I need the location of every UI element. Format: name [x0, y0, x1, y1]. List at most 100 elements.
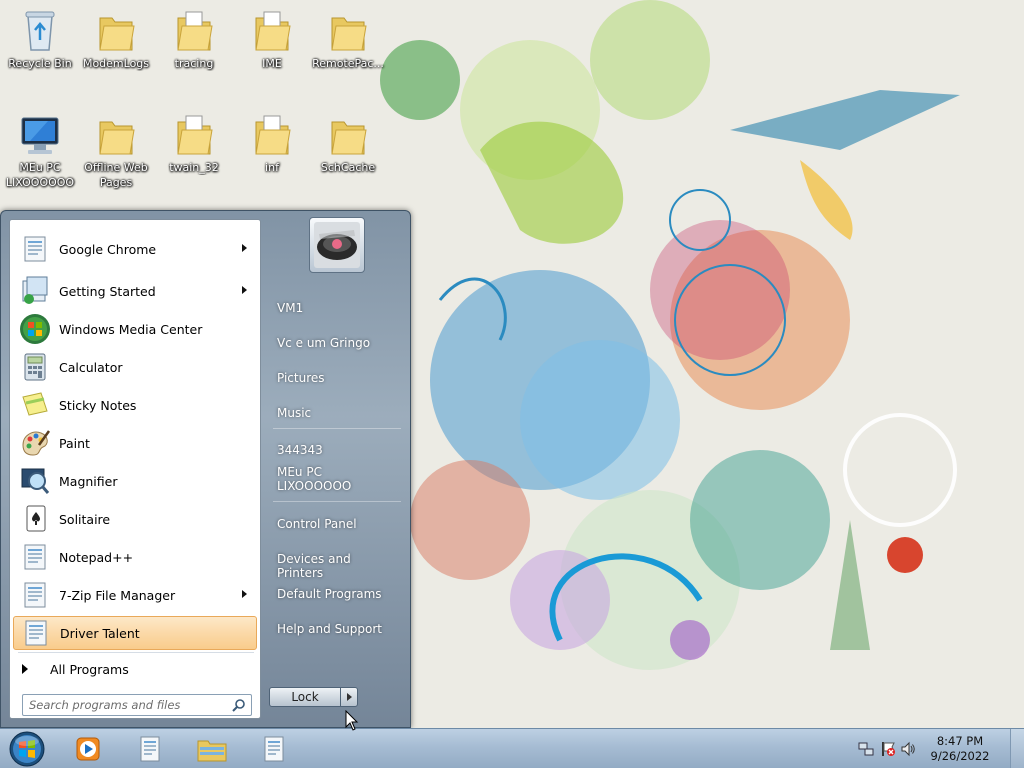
shutdown-options-button[interactable] [340, 687, 358, 707]
folder-icon [177, 115, 213, 155]
folder-icon [255, 11, 291, 51]
recycle-bin-icon [25, 11, 55, 51]
taskbar-document-1[interactable] [122, 731, 178, 767]
search-icon[interactable] [232, 698, 246, 712]
calculator-icon [24, 353, 46, 381]
clock[interactable]: 8:47 PM 9/26/2022 [920, 734, 1000, 764]
submenu-arrow-icon[interactable] [242, 590, 247, 598]
taskbar: 8:47 PM 9/26/2022 [0, 728, 1024, 768]
desktop-icon-schcache[interactable]: SchCache [309, 112, 387, 175]
desktop-icon-recycle-bin[interactable]: Recycle Bin [1, 6, 79, 71]
arrow-right-icon [347, 693, 352, 701]
program-sticky-notes[interactable]: Sticky Notes [13, 388, 257, 422]
program-label: Solitaire [59, 511, 111, 527]
right-item-help-and-support[interactable]: Help and Support [269, 616, 407, 642]
program-google-chrome[interactable]: Google Chrome [13, 232, 257, 266]
desktop-icon-label: inf [265, 161, 279, 174]
desktop-icon-inf[interactable]: inf [233, 112, 311, 175]
right-item-control-panel[interactable]: Control Panel [269, 511, 407, 537]
program-label: Magnifier [59, 473, 118, 489]
desktop-icon-label: Offline Web Pages [84, 161, 148, 189]
submenu-arrow-icon[interactable] [242, 286, 247, 294]
document-icon [264, 736, 284, 762]
document-icon [140, 736, 160, 762]
lock-button[interactable]: Lock [269, 687, 341, 707]
desktop-icon-label: MEu PC LIXOOOOOO [5, 161, 75, 189]
separator [273, 428, 401, 429]
right-item-label: Default Programs [277, 587, 382, 601]
desktop-icon-label: ModemLogs [82, 57, 150, 70]
generic-app-icon [24, 544, 46, 570]
desktop-icon-computer[interactable]: MEu PC LIXOOOOOO [1, 112, 79, 190]
taskbar-media-player[interactable] [60, 731, 116, 767]
network-icon[interactable] [858, 741, 874, 757]
taskbar-explorer[interactable] [184, 731, 240, 767]
all-programs-label: All Programs [50, 661, 129, 677]
explorer-icon [197, 740, 227, 762]
desktop-icon-tracing[interactable]: tracing [155, 6, 233, 71]
all-programs-button[interactable]: All Programs [18, 658, 129, 680]
computer-icon [21, 117, 59, 154]
program-label: 7-Zip File Manager [59, 587, 176, 603]
program-windows-media-center[interactable]: Windows Media Center [13, 312, 257, 346]
right-item-default-programs[interactable]: Default Programs [269, 581, 407, 607]
submenu-arrow-icon[interactable] [242, 244, 247, 252]
right-item-label: Vc e um Gringo [277, 336, 371, 350]
program-7-zip-file-manager[interactable]: 7-Zip File Manager [13, 578, 257, 612]
getting-started-icon [22, 276, 48, 304]
folder-icon [331, 17, 367, 51]
program-label: Sticky Notes [59, 397, 137, 413]
desktop-icon-ime[interactable]: IME [233, 6, 311, 71]
search-input[interactable]: Search programs and files [22, 694, 252, 716]
desktop-icon-twain-32[interactable]: twain_32 [155, 112, 233, 175]
desktop-icon-label: SchCache [320, 161, 376, 174]
program-getting-started[interactable]: Getting Started [13, 274, 257, 308]
user-picture[interactable] [309, 217, 365, 273]
sticky-notes-icon [22, 392, 48, 416]
clock-time: 8:47 PM [936, 734, 984, 748]
desktop-icon-modemlogs[interactable]: ModemLogs [77, 6, 155, 71]
desktop-icon-label: tracing [174, 57, 214, 70]
program-calculator[interactable]: Calculator [13, 350, 257, 384]
desktop-icon-remotepackages[interactable]: RemotePac... [309, 6, 387, 71]
separator [273, 501, 401, 502]
desktop-icon-offline-web-pages[interactable]: Offline Web Pages [77, 112, 155, 190]
right-item-label: MEu PC LIXOOOOOO [277, 465, 352, 493]
folder-icon [177, 11, 213, 51]
action-center-flag-icon[interactable] [880, 741, 896, 757]
right-item-pictures[interactable]: Pictures [269, 365, 407, 391]
program-notepad-plus-plus[interactable]: Notepad++ [13, 540, 257, 574]
program-label: Calculator [59, 359, 123, 375]
start-button[interactable] [4, 729, 50, 768]
programs-pane: Google Chrome Getting Started Windows Me… [9, 219, 261, 719]
right-item-label: Music [277, 406, 312, 420]
right-item-devices-and-printers[interactable]: Devices and Printers [269, 546, 407, 586]
program-label: Getting Started [59, 283, 156, 299]
program-paint[interactable]: Paint [13, 426, 257, 460]
right-item-documents[interactable]: Vc e um Gringo [269, 330, 407, 356]
right-item-label: Control Panel [277, 517, 357, 531]
mouse-cursor-icon [345, 710, 359, 731]
right-item-label: VM1 [277, 301, 304, 315]
solitaire-icon [26, 505, 46, 532]
start-menu: Google Chrome Getting Started Windows Me… [0, 210, 411, 728]
folder-icon [331, 121, 367, 155]
program-driver-talent[interactable]: Driver Talent [13, 616, 257, 650]
lock-label: Lock [291, 690, 319, 704]
right-item-computer[interactable]: MEu PC LIXOOOOOO [269, 459, 389, 499]
separator [18, 652, 254, 653]
program-magnifier[interactable]: Magnifier [13, 464, 257, 498]
show-desktop-button[interactable] [1010, 729, 1024, 768]
right-item-music[interactable]: Music [269, 400, 407, 426]
program-label: Paint [59, 435, 90, 451]
taskbar-document-2[interactable] [246, 731, 302, 767]
search-placeholder: Search programs and files [29, 698, 181, 712]
right-item-vm1[interactable]: VM1 [269, 295, 407, 321]
program-solitaire[interactable]: Solitaire [13, 502, 257, 536]
folder-icon [255, 115, 291, 155]
user-avatar-icon [314, 222, 360, 268]
program-label: Notepad++ [59, 549, 134, 565]
program-label: Driver Talent [60, 625, 140, 641]
volume-icon[interactable] [900, 741, 916, 757]
program-label: Windows Media Center [59, 321, 203, 337]
